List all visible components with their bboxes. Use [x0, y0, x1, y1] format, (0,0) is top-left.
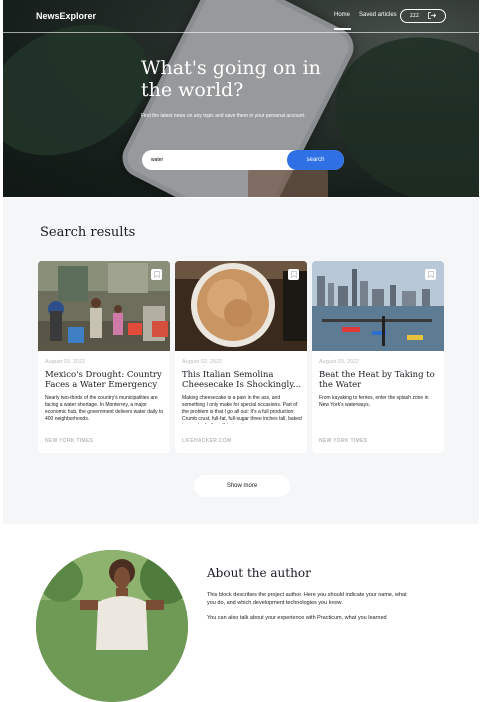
card-date: August 03, 2022	[319, 359, 360, 365]
card-source: NEW YORK TIMES	[45, 438, 94, 444]
card-source: NEW YORK TIMES	[319, 438, 368, 444]
hero-section: NewsExplorer Home Saved articles zzz Wha…	[3, 0, 479, 197]
nav-active-indicator	[334, 28, 351, 30]
nav-home-link[interactable]: Home	[334, 12, 350, 18]
search-button[interactable]: search	[287, 150, 344, 170]
news-card[interactable]: August 03, 2022 Mexico's Drought: Countr…	[38, 261, 170, 453]
news-card[interactable]: August 03, 2022 Beat the Heat by Taking …	[312, 261, 444, 453]
bookmark-icon[interactable]	[288, 269, 299, 280]
about-title: About the author	[207, 566, 311, 580]
card-title: This Italian Semolina Cheesecake Is Shoc…	[182, 370, 302, 390]
card-text: Nearly two-thirds of the country's munic…	[45, 395, 164, 422]
logout-icon	[428, 11, 437, 21]
about-description: This block describes the project author.…	[207, 592, 407, 606]
search-results-section: Search results August 03, 2022 Mexico's …	[3, 198, 479, 524]
card-text: Making cheesecake is a pain in the ass, …	[182, 395, 302, 424]
nav-saved-articles-link[interactable]: Saved articles	[359, 12, 397, 18]
hero-subtitle: Find the latest news on any topic and sa…	[141, 113, 306, 119]
author-avatar	[36, 550, 188, 702]
user-name: zzz	[410, 13, 419, 19]
card-date: August 03, 2022	[45, 359, 86, 365]
hero-title: What's going on in the world?	[141, 57, 321, 101]
bookmark-icon[interactable]	[151, 269, 162, 280]
show-more-button[interactable]: Show more	[194, 475, 290, 497]
user-logout-button[interactable]: zzz	[400, 9, 446, 23]
about-description: You can also talk about your experience …	[207, 615, 387, 621]
card-text: From kayaking to ferries, enter the spla…	[319, 395, 429, 408]
card-source: LIFEHACKER.COM	[182, 438, 232, 444]
results-title: Search results	[40, 225, 136, 240]
bookmark-icon[interactable]	[425, 269, 436, 280]
news-card[interactable]: August 02, 2022 This Italian Semolina Ch…	[175, 261, 307, 453]
header: NewsExplorer Home Saved articles zzz	[3, 0, 479, 33]
card-title: Mexico's Drought: Country Faces a Water …	[45, 370, 162, 390]
search-input[interactable]	[151, 155, 281, 165]
search-form: search	[142, 150, 344, 170]
card-date: August 02, 2022	[182, 359, 223, 365]
card-title: Beat the Heat by Taking to the Water	[319, 370, 435, 390]
logo[interactable]: NewsExplorer	[36, 11, 96, 21]
